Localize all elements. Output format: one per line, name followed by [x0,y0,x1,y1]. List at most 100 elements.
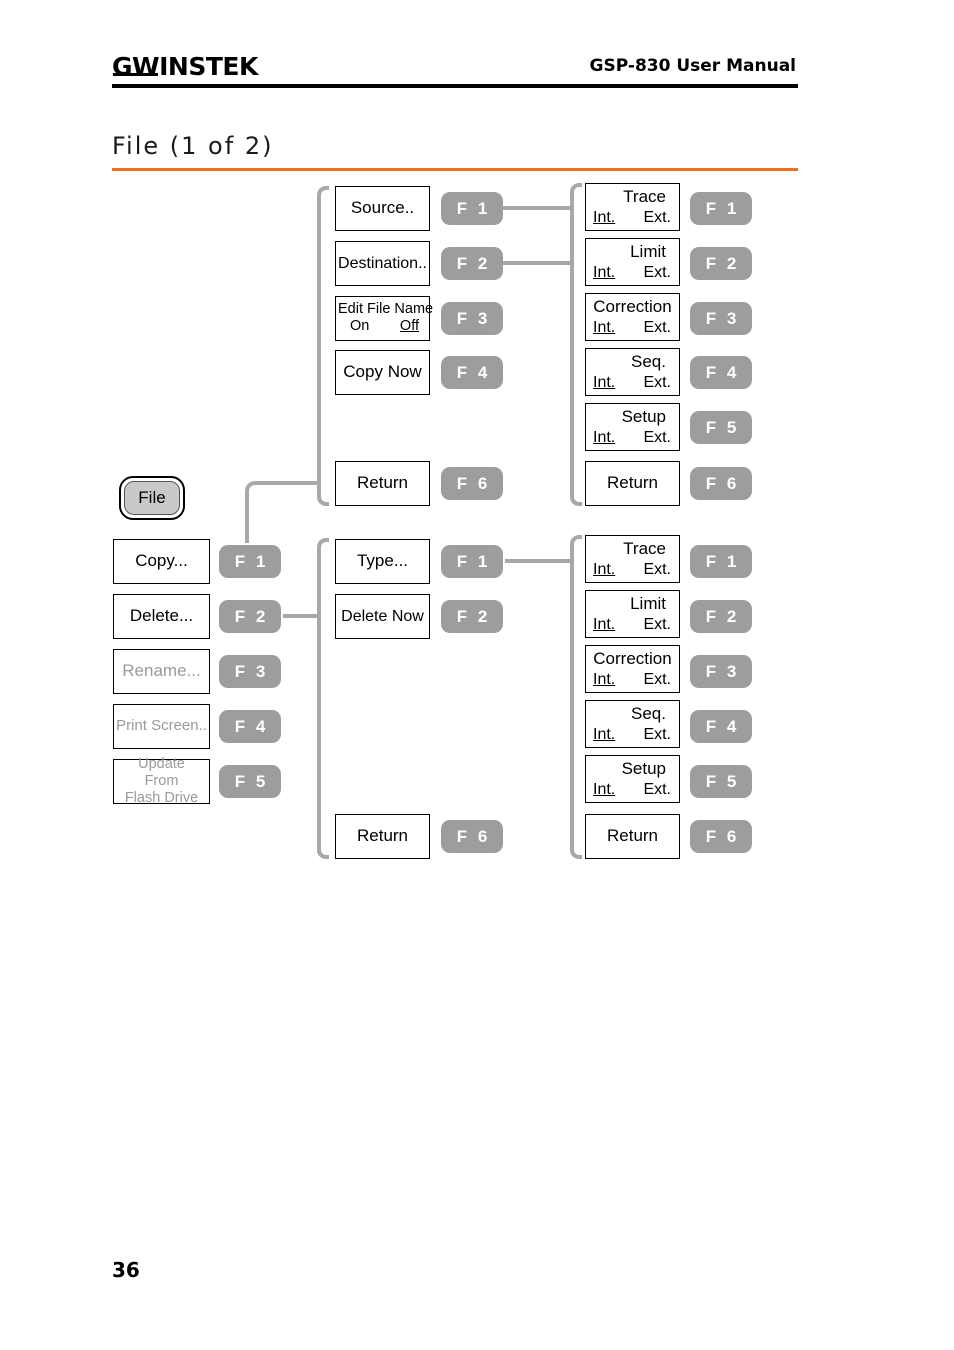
option-ext[interactable]: Ext. [643,209,671,226]
option-int[interactable]: Int. [593,319,615,336]
fkey-f4-seq-delete-label: F 4 [705,716,740,736]
fkey-f1-trace-delete-label: F 1 [705,551,740,571]
menu-item-update-line1: Update [138,755,185,772]
menu-item-copy-now[interactable]: Copy Now [335,350,430,395]
menu-item-limit-copy-label: Limit [630,242,666,262]
option-int[interactable]: Int. [593,616,615,633]
fkey-f5-setup-delete[interactable]: F 5 [690,765,752,798]
menu-item-limit-delete[interactable]: Limit Int. Ext. [585,590,680,638]
option-ext[interactable]: Ext. [643,374,671,391]
fkey-f5-setup-copy[interactable]: F 5 [690,411,752,444]
fkey-f2-destination[interactable]: F 2 [441,247,503,280]
option-ext[interactable]: Ext. [643,319,671,336]
hardkey-file-label: File [124,481,180,515]
menu-item-edit-file-name-options: On Off [336,318,429,335]
menu-item-delete[interactable]: Delete... [113,594,210,639]
option-ext[interactable]: Ext. [643,561,671,578]
fkey-f1-trace-copy-label: F 1 [705,198,740,218]
fkey-f2-limit-delete[interactable]: F 2 [690,600,752,633]
menu-item-seq-delete[interactable]: Seq. Int. Ext. [585,700,680,748]
option-on[interactable]: On [350,318,369,335]
fkey-f5-update[interactable]: F 5 [219,765,281,798]
menu-item-setup-delete-options: Int. Ext. [586,781,679,798]
option-int[interactable]: Int. [593,561,615,578]
option-int[interactable]: Int. [593,781,615,798]
hardkey-file[interactable]: File [119,476,185,520]
menu-item-copy[interactable]: Copy... [113,539,210,584]
fkey-f2-delete[interactable]: F 2 [219,600,281,633]
fkey-f6-source-return[interactable]: F 6 [690,467,752,500]
fkey-f6-copy-return-label: F 6 [456,473,491,493]
fkey-f5-update-label: F 5 [234,771,269,791]
fkey-f5-setup-copy-label: F 5 [705,417,740,437]
menu-item-destination[interactable]: Destination.. [335,241,430,286]
fkey-f2-delete-now[interactable]: F 2 [441,600,503,633]
fkey-f6-source-return-label: F 6 [705,473,740,493]
option-ext[interactable]: Ext. [643,781,671,798]
menu-item-type[interactable]: Type... [335,539,430,584]
menu-item-seq-copy[interactable]: Seq. Int. Ext. [585,348,680,396]
fkey-f4-print-screen-label: F 4 [234,716,269,736]
fkey-f1-source-label: F 1 [456,198,491,218]
menu-item-setup-delete[interactable]: Setup Int. Ext. [585,755,680,803]
connector-source-to-trace [503,206,574,210]
fkey-f3-correction-delete[interactable]: F 3 [690,655,752,688]
option-ext[interactable]: Ext. [643,616,671,633]
fkey-f1-source[interactable]: F 1 [441,192,503,225]
menu-item-source[interactable]: Source.. [335,186,430,231]
fkey-f3-edit-file-name-label: F 3 [456,308,491,328]
option-int[interactable]: Int. [593,429,615,446]
fkey-f6-delete-return[interactable]: F 6 [441,820,503,853]
menu-item-limit-copy[interactable]: Limit Int. Ext. [585,238,680,286]
fkey-f1-trace-copy[interactable]: F 1 [690,192,752,225]
option-ext[interactable]: Ext. [643,429,671,446]
option-int[interactable]: Int. [593,264,615,281]
menu-item-trace-delete[interactable]: Trace Int. Ext. [585,535,680,583]
fkey-f3-correction-copy[interactable]: F 3 [690,302,752,335]
menu-item-edit-file-name-label: Edit File Name [338,301,434,318]
bracket-copy-submenu [317,186,329,506]
fkey-f2-limit-copy-label: F 2 [705,253,740,273]
menu-item-update-from-flash-drive[interactable]: Update From Flash Drive [113,755,210,806]
option-ext[interactable]: Ext. [643,264,671,281]
fkey-f1-trace-delete[interactable]: F 1 [690,545,752,578]
option-ext[interactable]: Ext. [643,671,671,688]
option-int[interactable]: Int. [593,374,615,391]
menu-item-seq-copy-label: Seq. [631,352,666,372]
option-int[interactable]: Int. [593,209,615,226]
option-ext[interactable]: Ext. [643,726,671,743]
menu-item-copy-return[interactable]: Return [335,461,430,506]
fkey-f2-limit-copy[interactable]: F 2 [690,247,752,280]
fkey-f6-copy-return[interactable]: F 6 [441,467,503,500]
menu-item-rename[interactable]: Rename... [113,649,210,694]
fkey-f4-copy-now[interactable]: F 4 [441,356,503,389]
menu-item-type-return[interactable]: Return [585,814,680,859]
fkey-f4-seq-copy[interactable]: F 4 [690,356,752,389]
menu-item-trace-copy-label: Trace [623,187,666,207]
menu-item-setup-copy[interactable]: Setup Int. Ext. [585,403,680,451]
menu-item-copy-return-label: Return [356,473,409,493]
fkey-f4-seq-delete[interactable]: F 4 [690,710,752,743]
menu-item-correction-copy-options: Int. Ext. [586,319,679,336]
menu-item-delete-return[interactable]: Return [335,814,430,859]
option-int[interactable]: Int. [593,726,615,743]
fkey-f1-copy[interactable]: F 1 [219,545,281,578]
menu-item-correction-delete[interactable]: Correction Int. Ext. [585,645,680,693]
option-off[interactable]: Off [400,318,419,335]
fkey-f3-rename[interactable]: F 3 [219,655,281,688]
menu-item-trace-copy[interactable]: Trace Int. Ext. [585,183,680,231]
menu-item-print-screen[interactable]: Print Screen.. [113,704,210,749]
menu-item-delete-now[interactable]: Delete Now [335,594,430,639]
menu-item-edit-file-name[interactable]: Edit File Name On Off [335,296,434,341]
fkey-f3-edit-file-name[interactable]: F 3 [441,302,503,335]
fkey-f3-rename-label: F 3 [234,661,269,681]
fkey-f5-setup-delete-label: F 5 [705,771,740,791]
menu-item-correction-copy[interactable]: Correction Int. Ext. [585,293,680,341]
manual-page: GWINSTEK GSP-830 User Manual File (1 of … [0,0,954,1350]
fkey-f6-type-return[interactable]: F 6 [690,820,752,853]
option-int[interactable]: Int. [593,671,615,688]
fkey-f4-print-screen[interactable]: F 4 [219,710,281,743]
fkey-f2-destination-label: F 2 [456,253,491,273]
menu-item-source-return[interactable]: Return [585,461,680,506]
fkey-f1-type[interactable]: F 1 [441,545,503,578]
